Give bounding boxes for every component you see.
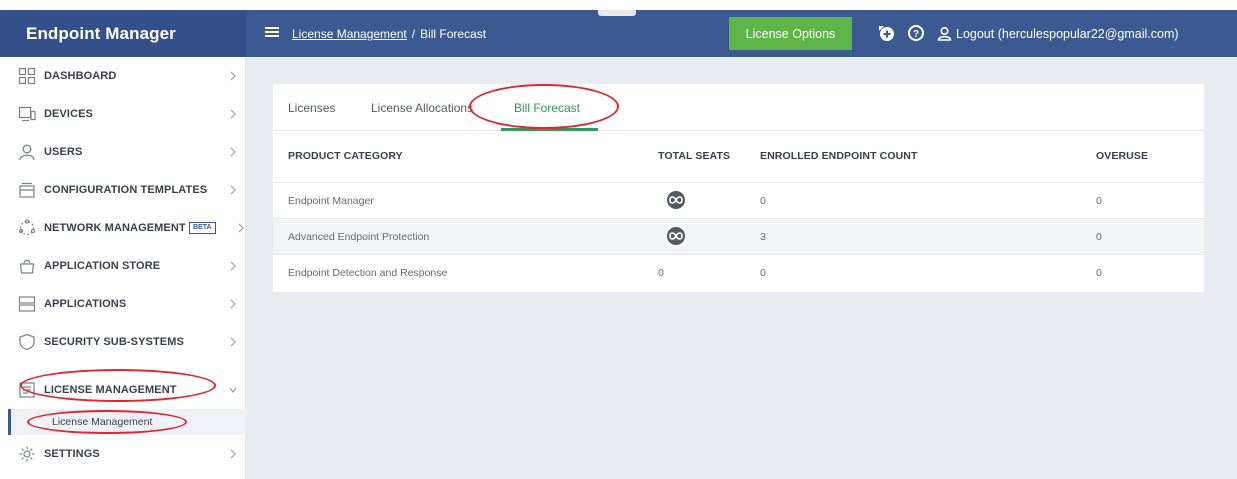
table-row: Advanced Endpoint Protection 3 0 <box>273 218 1204 254</box>
sidebar-item-license-management[interactable]: LICENSE MANAGEMENT <box>8 371 246 409</box>
user-icon <box>937 26 952 41</box>
cell-enrolled-count: 3 <box>760 231 766 243</box>
chevron-right-icon <box>230 261 236 271</box>
top-bar: Endpoint Manager License Management / Bi… <box>0 10 1237 57</box>
main-content: Licenses License Allocations Bill Foreca… <box>246 57 1237 479</box>
sidebar-item-label: APPLICATIONS <box>44 298 127 310</box>
sidebar-item-settings[interactable]: SETTINGS <box>8 435 246 473</box>
svg-text:?: ? <box>913 29 919 40</box>
column-header-overuse: OVERUSE <box>1096 150 1149 162</box>
column-header-total-seats: TOTAL SEATS <box>658 150 731 162</box>
app-title: Endpoint Manager <box>0 10 246 57</box>
infinite-icon <box>667 191 685 209</box>
add-icon[interactable] <box>876 23 896 43</box>
user-icon <box>19 144 35 161</box>
tab-license-allocations[interactable]: License Allocations <box>371 101 473 115</box>
sidebar-item-network-management[interactable]: NETWORK MANAGEMENT BETA <box>8 209 246 247</box>
sidebar-item-devices[interactable]: DEVICES <box>8 95 246 133</box>
chevron-right-icon <box>230 337 236 347</box>
sidebar: DASHBOARD DEVICES USERS CONFIGURATION TE… <box>8 57 246 479</box>
tab-bar: Licenses License Allocations Bill Foreca… <box>273 84 1204 131</box>
cell-total-seats: 0 <box>658 267 664 279</box>
sidebar-item-label: APPLICATION STORE <box>44 260 161 272</box>
breadcrumb-link-license-management[interactable]: License Management <box>292 27 407 41</box>
gear-icon <box>19 446 35 462</box>
applications-icon <box>18 296 36 312</box>
sidebar-item-applications[interactable]: APPLICATIONS <box>8 285 246 323</box>
cell-product-category: Endpoint Manager <box>288 195 374 207</box>
chevron-down-icon <box>229 387 237 393</box>
column-header-enrolled-endpoint-count: ENROLLED ENDPOINT COUNT <box>760 150 918 162</box>
infinite-icon <box>667 227 685 245</box>
template-icon <box>19 182 35 198</box>
logout-label: Logout (herculespopular22@gmail.com) <box>956 26 1179 41</box>
active-tab-indicator <box>501 128 598 131</box>
chevron-right-icon <box>230 147 236 157</box>
beta-badge: BETA <box>189 222 216 234</box>
sidebar-item-label: CONFIGURATION TEMPLATES <box>44 184 208 196</box>
chevron-right-icon <box>230 185 236 195</box>
chevron-right-icon <box>238 223 244 233</box>
sidebar-item-users[interactable]: USERS <box>8 133 246 171</box>
sidebar-item-label: LICENSE MANAGEMENT <box>44 384 177 396</box>
shield-icon <box>19 333 35 351</box>
sidebar-subitem-license-management[interactable]: License Management <box>8 409 246 435</box>
breadcrumb-current: Bill Forecast <box>420 26 487 41</box>
sidebar-item-label: NETWORK MANAGEMENT <box>44 222 186 234</box>
cell-enrolled-count: 0 <box>760 267 766 279</box>
license-options-button[interactable]: License Options <box>729 17 852 50</box>
tab-bill-forecast[interactable]: Bill Forecast <box>514 101 580 115</box>
cell-enrolled-count: 0 <box>760 195 766 207</box>
sidebar-item-label: DEVICES <box>44 108 93 120</box>
sidebar-item-label: USERS <box>44 146 83 158</box>
network-icon <box>18 219 36 236</box>
help-icon[interactable]: ? <box>906 23 926 43</box>
bill-forecast-panel: Licenses License Allocations Bill Foreca… <box>273 84 1204 292</box>
cell-product-category: Advanced Endpoint Protection <box>288 231 430 243</box>
collapse-handle[interactable] <box>598 10 636 16</box>
column-header-product-category: PRODUCT CATEGORY <box>288 150 403 162</box>
chevron-right-icon <box>230 109 236 119</box>
sidebar-item-configuration-templates[interactable]: CONFIGURATION TEMPLATES <box>8 171 246 209</box>
chevron-right-icon <box>230 71 236 81</box>
sidebar-item-label: SETTINGS <box>44 448 100 460</box>
cell-overuse: 0 <box>1096 195 1102 207</box>
chevron-right-icon <box>230 449 236 459</box>
table-row: Endpoint Detection and Response 0 0 0 <box>273 254 1204 290</box>
license-icon <box>19 382 35 398</box>
cell-product-category: Endpoint Detection and Response <box>288 267 448 279</box>
chevron-right-icon <box>230 299 236 309</box>
menu-icon[interactable] <box>265 25 279 39</box>
breadcrumb-separator: / <box>411 26 416 41</box>
store-icon <box>19 259 35 274</box>
devices-icon <box>18 106 36 122</box>
sidebar-item-label: DASHBOARD <box>44 70 117 82</box>
logout-link[interactable]: Logout (herculespopular22@gmail.com) <box>937 10 1179 57</box>
breadcrumb: License Management / Bill Forecast <box>292 10 486 57</box>
sidebar-item-application-store[interactable]: APPLICATION STORE <box>8 247 246 285</box>
tab-licenses[interactable]: Licenses <box>288 101 335 115</box>
sidebar-item-dashboard[interactable]: DASHBOARD <box>8 57 246 95</box>
cell-overuse: 0 <box>1096 267 1102 279</box>
sidebar-item-label: SECURITY SUB-SYSTEMS <box>44 336 184 348</box>
dashboard-icon <box>18 67 36 85</box>
table-row: Endpoint Manager 0 0 <box>273 182 1204 218</box>
sidebar-item-security-sub-systems[interactable]: SECURITY SUB-SYSTEMS <box>8 323 246 361</box>
cell-overuse: 0 <box>1096 231 1102 243</box>
sidebar-subitem-label: License Management <box>52 416 153 428</box>
